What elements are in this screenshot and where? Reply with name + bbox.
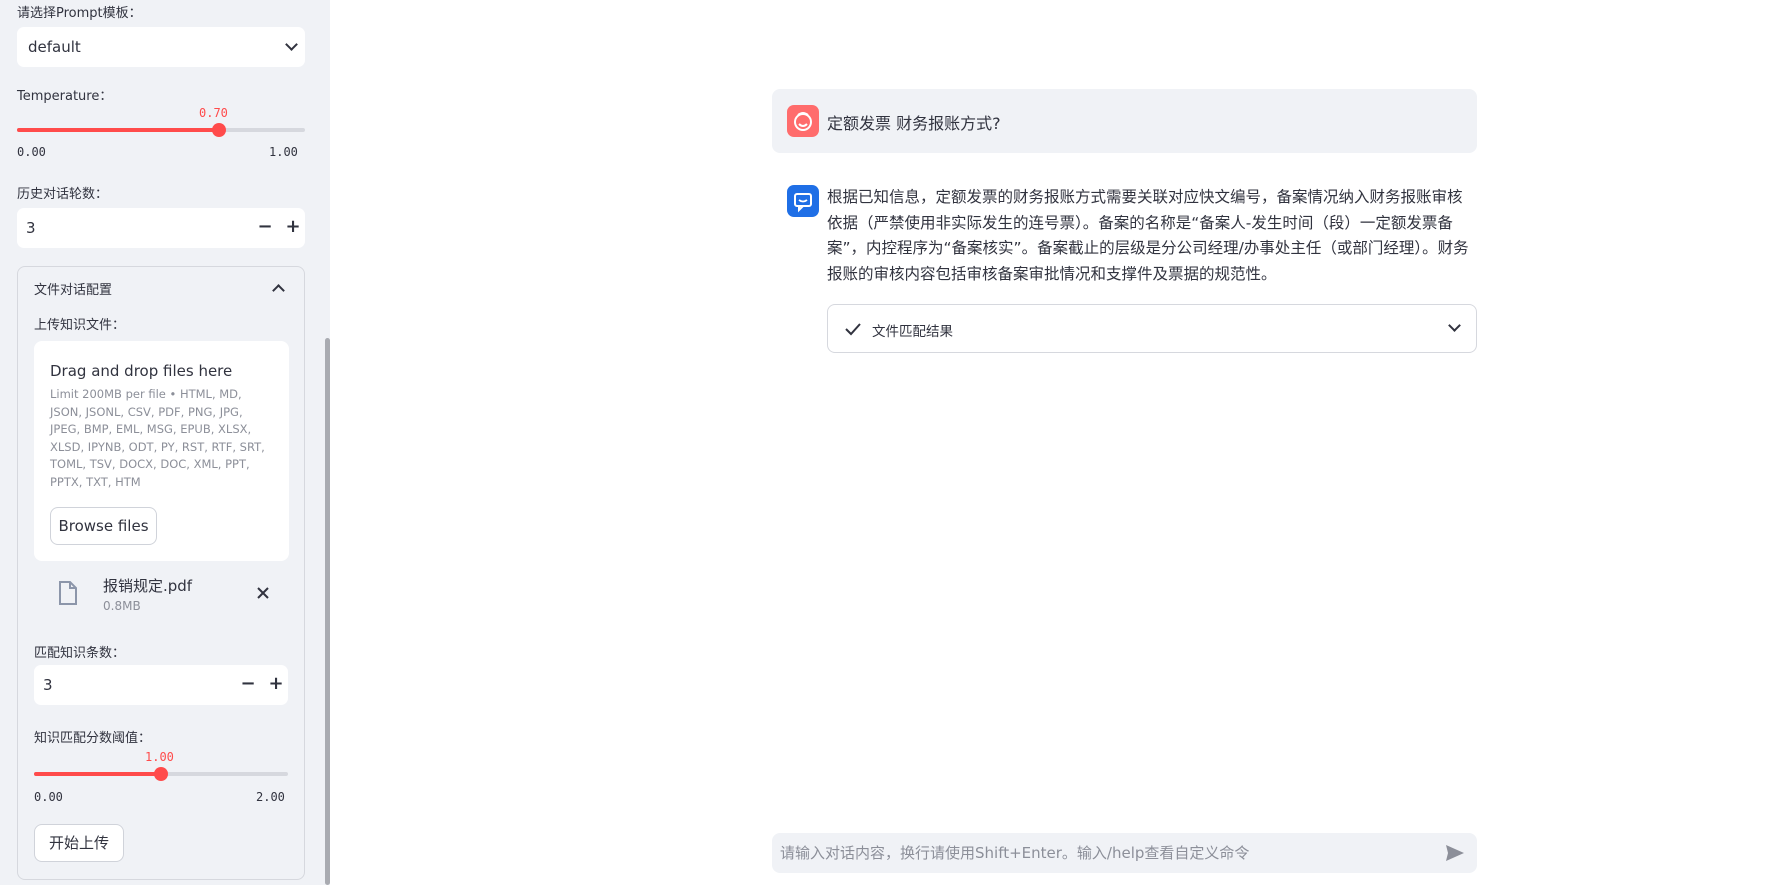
check-icon	[845, 323, 861, 336]
user-avatar	[787, 105, 819, 137]
user-message-text: 定额发票 财务报账方式?	[827, 114, 1001, 133]
chat-input-container	[772, 833, 1477, 873]
history-label: 历史对话轮数：	[17, 187, 109, 202]
file-match-results-expander[interactable]: 文件匹配结果	[827, 304, 1477, 353]
chevron-down-icon	[285, 38, 298, 51]
start-upload-button[interactable]: 开始上传	[34, 824, 124, 862]
chat-input[interactable]	[780, 833, 1430, 873]
temperature-slider-thumb[interactable]	[211, 123, 226, 137]
prompt-template-label: 请选择Prompt模板：	[17, 6, 142, 21]
temperature-min: 0.00	[17, 145, 46, 159]
history-decrement-button[interactable]: −	[253, 216, 277, 240]
dropzone-title: Drag and drop files here	[50, 362, 233, 380]
threshold-max: 2.00	[256, 790, 285, 804]
history-number-input[interactable]: 3 − +	[17, 208, 305, 248]
prompt-template-select[interactable]: default	[17, 27, 305, 67]
browse-files-button[interactable]: Browse files	[50, 507, 157, 545]
chat-bubble-icon	[794, 193, 812, 213]
history-increment-button[interactable]: +	[281, 216, 305, 240]
prompt-template-value: default	[28, 38, 81, 56]
upload-label: 上传知识文件：	[34, 318, 126, 333]
topk-increment-button[interactable]: +	[264, 673, 288, 697]
uploaded-file-size: 0.8MB	[103, 599, 141, 613]
sidebar: 请选择Prompt模板： default Temperature： 0.70 0…	[0, 0, 330, 885]
temperature-max: 1.00	[269, 145, 298, 159]
topk-decrement-button[interactable]: −	[236, 673, 260, 697]
threshold-slider-fill	[34, 772, 161, 776]
threshold-min: 0.00	[34, 790, 63, 804]
file-match-results-label: 文件匹配结果	[872, 324, 953, 340]
topk-value: 3	[43, 676, 53, 694]
sidebar-scrollbar[interactable]	[325, 338, 330, 885]
temperature-slider[interactable]	[17, 123, 305, 137]
uploaded-file-name: 报销规定.pdf	[103, 577, 193, 595]
send-icon[interactable]	[1445, 844, 1465, 862]
threshold-value: 1.00	[145, 750, 174, 764]
chevron-down-icon	[1448, 319, 1461, 332]
smiley-icon	[794, 112, 812, 131]
file-icon	[59, 581, 77, 605]
threshold-slider[interactable]	[34, 767, 288, 781]
dropzone-limit-text: Limit 200MB per file • HTML, MD, JSON, J…	[50, 387, 265, 489]
temperature-slider-fill	[17, 128, 219, 132]
file-dropzone[interactable]: Drag and drop files here Limit 200MB per…	[34, 341, 289, 561]
threshold-label: 知识匹配分数阈值：	[34, 731, 152, 746]
assistant-avatar	[787, 185, 819, 217]
remove-file-icon[interactable]	[255, 585, 271, 601]
history-value: 3	[26, 219, 36, 237]
temperature-label: Temperature：	[17, 89, 113, 104]
threshold-slider-thumb[interactable]	[154, 767, 168, 781]
topk-number-input[interactable]: 3 − +	[34, 665, 288, 705]
temperature-value: 0.70	[199, 106, 228, 120]
topk-label: 匹配知识条数：	[34, 646, 126, 661]
assistant-message-text: 根据已知信息，定额发票的财务报账方式需要关联对应快文编号，备案情况纳入财务报账审…	[827, 188, 1469, 283]
file-config-title[interactable]: 文件对话配置	[34, 279, 112, 298]
